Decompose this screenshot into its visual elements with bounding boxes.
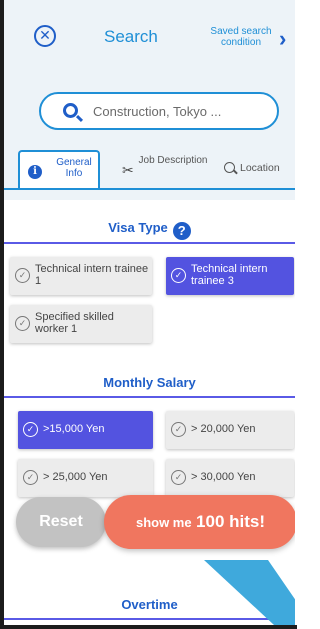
salary-option-20000[interactable]: ✓ > 20,000 Yen — [166, 411, 294, 449]
option-label: > 30,000 Yen — [191, 471, 256, 483]
option-label: Technical intern trainee 3 — [191, 263, 268, 287]
tab-general-info[interactable]: i General Info — [18, 150, 100, 188]
check-circle-icon: ✓ — [15, 316, 30, 331]
salary-option-25000[interactable]: ✓ > 25,000 Yen — [18, 459, 153, 497]
visa-option-intern-1[interactable]: ✓ Technical intern trainee 1 — [10, 257, 152, 295]
check-circle-icon: ✓ — [171, 422, 186, 437]
section-divider — [4, 242, 295, 244]
check-circle-icon: ✓ — [15, 268, 30, 283]
header-bar: ✕ Search Saved search condition › — [4, 18, 295, 58]
location-search-icon — [224, 162, 235, 173]
salary-option-30000[interactable]: ✓ > 30,000 Yen — [166, 459, 294, 497]
device-frame-left — [0, 0, 4, 629]
section-divider — [4, 396, 295, 398]
visa-option-skilled-1[interactable]: ✓ Specified skilled worker 1 — [10, 305, 152, 343]
search-placeholder: Construction, Tokyo ... — [93, 104, 222, 119]
tab-underline — [4, 188, 295, 190]
tab-job-description[interactable]: ✂ Job Description — [118, 150, 208, 188]
search-input[interactable]: Construction, Tokyo ... — [39, 92, 279, 130]
tab-label: Location — [240, 162, 280, 174]
page-title: Search — [104, 27, 158, 46]
callout-pointer — [204, 560, 295, 625]
saved-search-link[interactable]: Saved search condition — [200, 26, 282, 48]
show-results-prefix: show me — [135, 515, 192, 530]
callout-pointer-shape — [204, 560, 295, 625]
check-circle-icon: ✓ — [23, 422, 38, 437]
check-circle-icon: ✓ — [23, 470, 38, 485]
option-label: Technical intern trainee 1 — [35, 263, 149, 287]
visa-type-title: Visa Type — [108, 220, 168, 235]
help-icon[interactable]: ? — [172, 222, 191, 240]
info-icon: i — [28, 165, 42, 179]
option-label: > 25,000 Yen — [43, 471, 108, 483]
visa-type-heading: Visa Type? — [4, 220, 295, 240]
tab-location[interactable]: Location — [222, 150, 295, 188]
device-frame-bottom — [0, 625, 297, 629]
phone-screen: ✕ Search Saved search condition › Constr… — [0, 0, 297, 629]
option-label: >15,000 Yen — [43, 423, 105, 435]
monthly-salary-title: Monthly Salary — [103, 375, 196, 390]
show-results-button[interactable]: show me 100 hits! — [104, 495, 295, 549]
search-icon — [63, 103, 78, 118]
check-circle-icon: ✓ — [171, 470, 186, 485]
tab-bar: i General Info ✂ Job Description Locatio… — [4, 150, 295, 190]
visa-option-intern-3[interactable]: ✓ Technical intern trainee 3 — [166, 257, 294, 295]
salary-option-15000[interactable]: ✓ >15,000 Yen — [18, 411, 153, 449]
tools-icon: ✂ — [122, 162, 134, 178]
show-results-count: 100 hits! — [196, 512, 266, 531]
chevron-right-icon[interactable]: › — [279, 26, 286, 52]
reset-button[interactable]: Reset — [16, 497, 106, 547]
option-label: > 20,000 Yen — [191, 423, 256, 435]
check-circle-icon: ✓ — [171, 268, 186, 283]
search-panel: ✕ Search Saved search condition › Constr… — [4, 0, 295, 625]
close-icon[interactable]: ✕ — [34, 25, 56, 47]
option-label: Specified skilled worker 1 — [35, 311, 114, 335]
tab-label: Job Description — [138, 155, 208, 166]
tab-label: General Info — [56, 157, 92, 179]
